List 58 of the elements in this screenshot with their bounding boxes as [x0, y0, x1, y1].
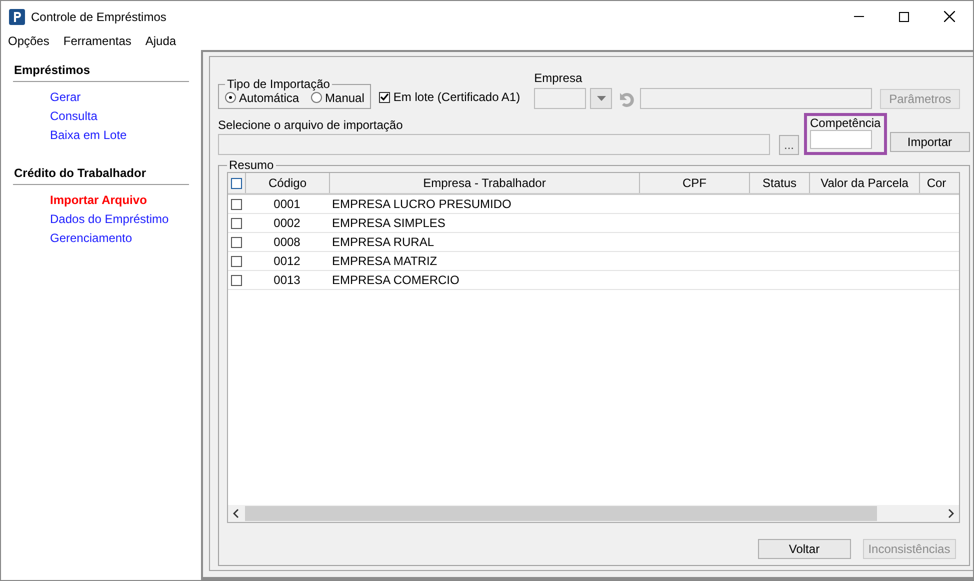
company-code-field[interactable]	[534, 88, 586, 109]
menu-item[interactable]: Ferramentas	[63, 34, 132, 48]
check-icon	[380, 93, 390, 101]
table-cell: EMPRESA COMERCIO	[332, 273, 460, 287]
section-title: Empréstimos	[13, 62, 189, 82]
scrollbar-thumb[interactable]	[245, 506, 877, 521]
nav-link[interactable]: Baixa em Lote	[13, 126, 201, 145]
column-header[interactable]: Empresa - Trabalhador	[329, 173, 639, 193]
close-icon[interactable]	[944, 11, 955, 22]
browse-button[interactable]: ...	[779, 135, 799, 155]
row-checkbox[interactable]	[231, 198, 242, 210]
file-path-field[interactable]	[218, 134, 770, 155]
group-label: Tipo de Importação	[226, 77, 331, 91]
group-label: Resumo	[228, 158, 275, 172]
table-cell: EMPRESA RURAL	[332, 235, 434, 249]
section-title: Crédito do Trabalhador	[13, 165, 189, 185]
field-label: Empresa	[534, 71, 584, 85]
nav-link[interactable]: Consulta	[13, 107, 201, 126]
radio-option[interactable]: Manual	[311, 91, 364, 104]
menu-item[interactable]: Ajuda	[145, 34, 176, 48]
field-label: Competência	[810, 116, 881, 130]
import-button[interactable]: Importar	[890, 132, 970, 152]
dropdown-button[interactable]	[590, 88, 612, 109]
field-label: Selecione o arquivo de importação	[218, 118, 404, 132]
row-checkbox[interactable]	[231, 236, 242, 248]
table-cell: EMPRESA SIMPLES	[332, 216, 446, 230]
table-cell: 0002	[274, 216, 300, 230]
column-header[interactable]: Valor da Parcela	[809, 173, 919, 193]
row-checkbox[interactable]	[231, 274, 242, 286]
nav-link[interactable]: Gerenciamento	[13, 229, 201, 248]
scroll-right-icon[interactable]	[948, 509, 954, 518]
maximize-icon[interactable]	[899, 12, 909, 22]
select-all-checkbox[interactable]	[231, 178, 242, 188]
app-logo-icon	[9, 8, 25, 24]
menu-item[interactable]: Opções	[8, 34, 50, 48]
nav-link[interactable]: Gerar	[13, 88, 201, 107]
column-header[interactable]: Código	[245, 173, 329, 193]
table-cell: EMPRESA MATRIZ	[332, 254, 438, 268]
row-checkbox[interactable]	[231, 256, 242, 266]
scroll-left-icon[interactable]	[233, 509, 239, 518]
nav-link[interactable]: Dados do Empréstimo	[13, 210, 201, 229]
nav-link[interactable]: Importar Arquivo	[13, 191, 201, 210]
column-header[interactable]: CPF	[639, 173, 749, 193]
caret-icon	[596, 96, 606, 101]
action-button[interactable]: Voltar	[758, 539, 851, 559]
table-cell: 0012	[274, 254, 300, 268]
column-header[interactable]: Cor	[919, 173, 953, 193]
horizontal-scrollbar[interactable]	[228, 505, 959, 522]
window-title: Controle de Empréstimos	[31, 10, 166, 24]
table-cell: 0013	[274, 273, 300, 287]
competence-field[interactable]	[810, 130, 872, 149]
table-cell: 0001	[274, 197, 300, 211]
column-header[interactable]: Status	[749, 173, 809, 193]
table-cell: 0008	[274, 235, 300, 249]
row-checkbox[interactable]	[231, 218, 242, 228]
radio-option[interactable]: Automática	[225, 91, 300, 104]
batch-checkbox[interactable]: Em lote (Certificado A1)	[379, 90, 520, 104]
table-cell: EMPRESA LUCRO PRESUMIDO	[332, 197, 512, 211]
